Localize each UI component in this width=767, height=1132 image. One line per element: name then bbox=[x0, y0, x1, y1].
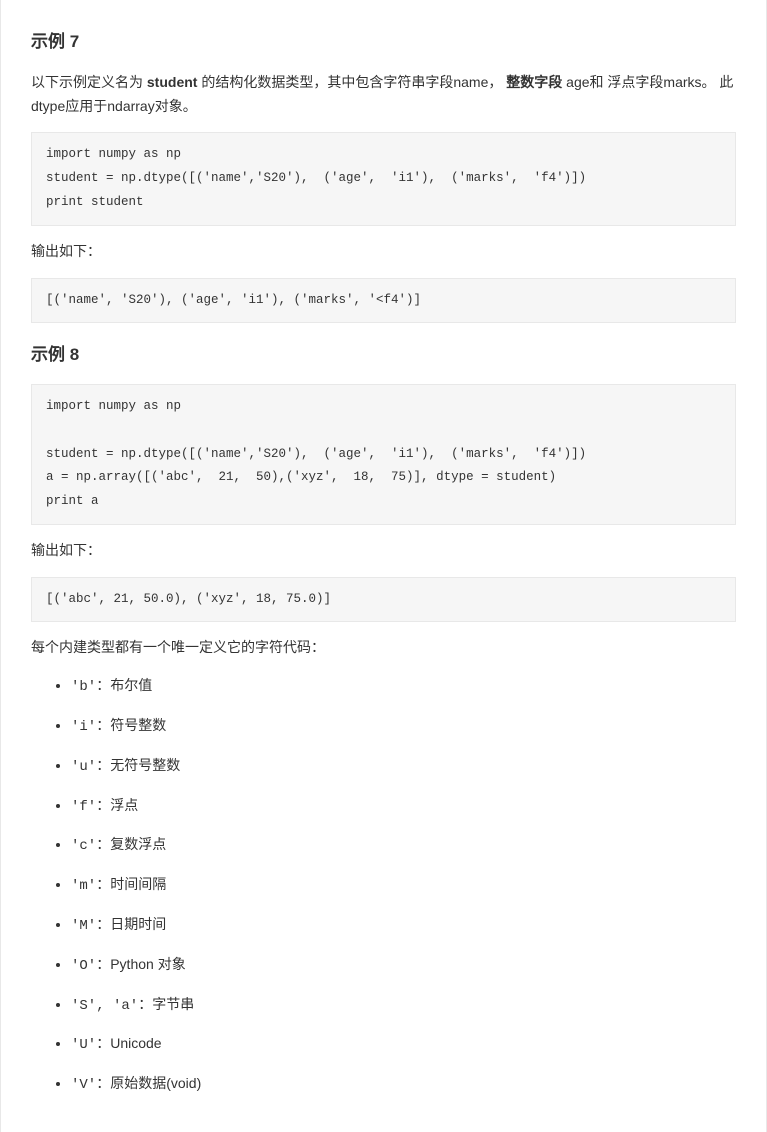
example-7-code: import numpy as np student = np.dtype([(… bbox=[31, 132, 736, 225]
type-desc: ：布尔值 bbox=[96, 677, 152, 693]
type-code: 'm' bbox=[71, 878, 96, 894]
example-8-code: import numpy as np student = np.dtype([(… bbox=[31, 384, 736, 525]
type-desc: ：复数浮点 bbox=[96, 836, 166, 852]
type-code: 'S', 'a' bbox=[71, 998, 138, 1014]
list-item: 'm'：时间间隔 bbox=[71, 873, 736, 899]
type-desc: ：时间间隔 bbox=[96, 876, 166, 892]
type-desc: ：Unicode bbox=[96, 1035, 161, 1051]
type-code: 'i' bbox=[71, 719, 96, 735]
typecodes-list: 'b'：布尔值 'i'：符号整数 'u'：无符号整数 'f'：浮点 'c'：复数… bbox=[31, 674, 736, 1098]
type-code: 'u' bbox=[71, 759, 96, 775]
example-7-output-label: 输出如下： bbox=[31, 240, 736, 264]
list-item: 'c'：复数浮点 bbox=[71, 833, 736, 859]
text-segment: 以下示例定义名为 bbox=[31, 74, 147, 90]
list-item: 'u'：无符号整数 bbox=[71, 754, 736, 780]
list-item: 'V'：原始数据(void) bbox=[71, 1072, 736, 1098]
list-item: 'M'：日期时间 bbox=[71, 913, 736, 939]
list-item: 'b'：布尔值 bbox=[71, 674, 736, 700]
type-desc: ：原始数据(void) bbox=[96, 1075, 201, 1091]
type-desc: ：浮点 bbox=[96, 797, 138, 813]
typecodes-intro: 每个内建类型都有一个唯一定义它的字符代码： bbox=[31, 636, 736, 660]
type-desc: ：字节串 bbox=[138, 996, 194, 1012]
list-item: 'S', 'a'：字节串 bbox=[71, 993, 736, 1019]
example-7-heading: 示例 7 bbox=[31, 28, 736, 57]
type-code: 'U' bbox=[71, 1037, 96, 1053]
type-desc: ：日期时间 bbox=[96, 916, 166, 932]
type-code: 'b' bbox=[71, 679, 96, 695]
type-code: 'f' bbox=[71, 799, 96, 815]
example-7-output: [('name', 'S20'), ('age', 'i1'), ('marks… bbox=[31, 278, 736, 324]
strong-student: student bbox=[147, 74, 198, 90]
list-item: 'O'：Python 对象 bbox=[71, 953, 736, 979]
type-code: 'M' bbox=[71, 918, 96, 934]
example-8-output-label: 输出如下： bbox=[31, 539, 736, 563]
list-item: 'i'：符号整数 bbox=[71, 714, 736, 740]
type-desc: ：符号整数 bbox=[96, 717, 166, 733]
list-item: 'U'：Unicode bbox=[71, 1032, 736, 1058]
list-item: 'f'：浮点 bbox=[71, 794, 736, 820]
type-code: 'O' bbox=[71, 958, 96, 974]
example-8-heading: 示例 8 bbox=[31, 341, 736, 370]
type-code: 'V' bbox=[71, 1077, 96, 1093]
strong-intfield: 整数字段 bbox=[506, 74, 562, 90]
example-7-intro: 以下示例定义名为 student 的结构化数据类型，其中包含字符串字段name，… bbox=[31, 71, 736, 119]
document-page: 示例 7 以下示例定义名为 student 的结构化数据类型，其中包含字符串字段… bbox=[0, 0, 767, 1132]
example-8-output: [('abc', 21, 50.0), ('xyz', 18, 75.0)] bbox=[31, 577, 736, 623]
type-desc: ：无符号整数 bbox=[96, 757, 180, 773]
text-segment: 的结构化数据类型，其中包含字符串字段name， bbox=[197, 74, 506, 90]
type-code: 'c' bbox=[71, 838, 96, 854]
type-desc: ：Python 对象 bbox=[96, 956, 185, 972]
